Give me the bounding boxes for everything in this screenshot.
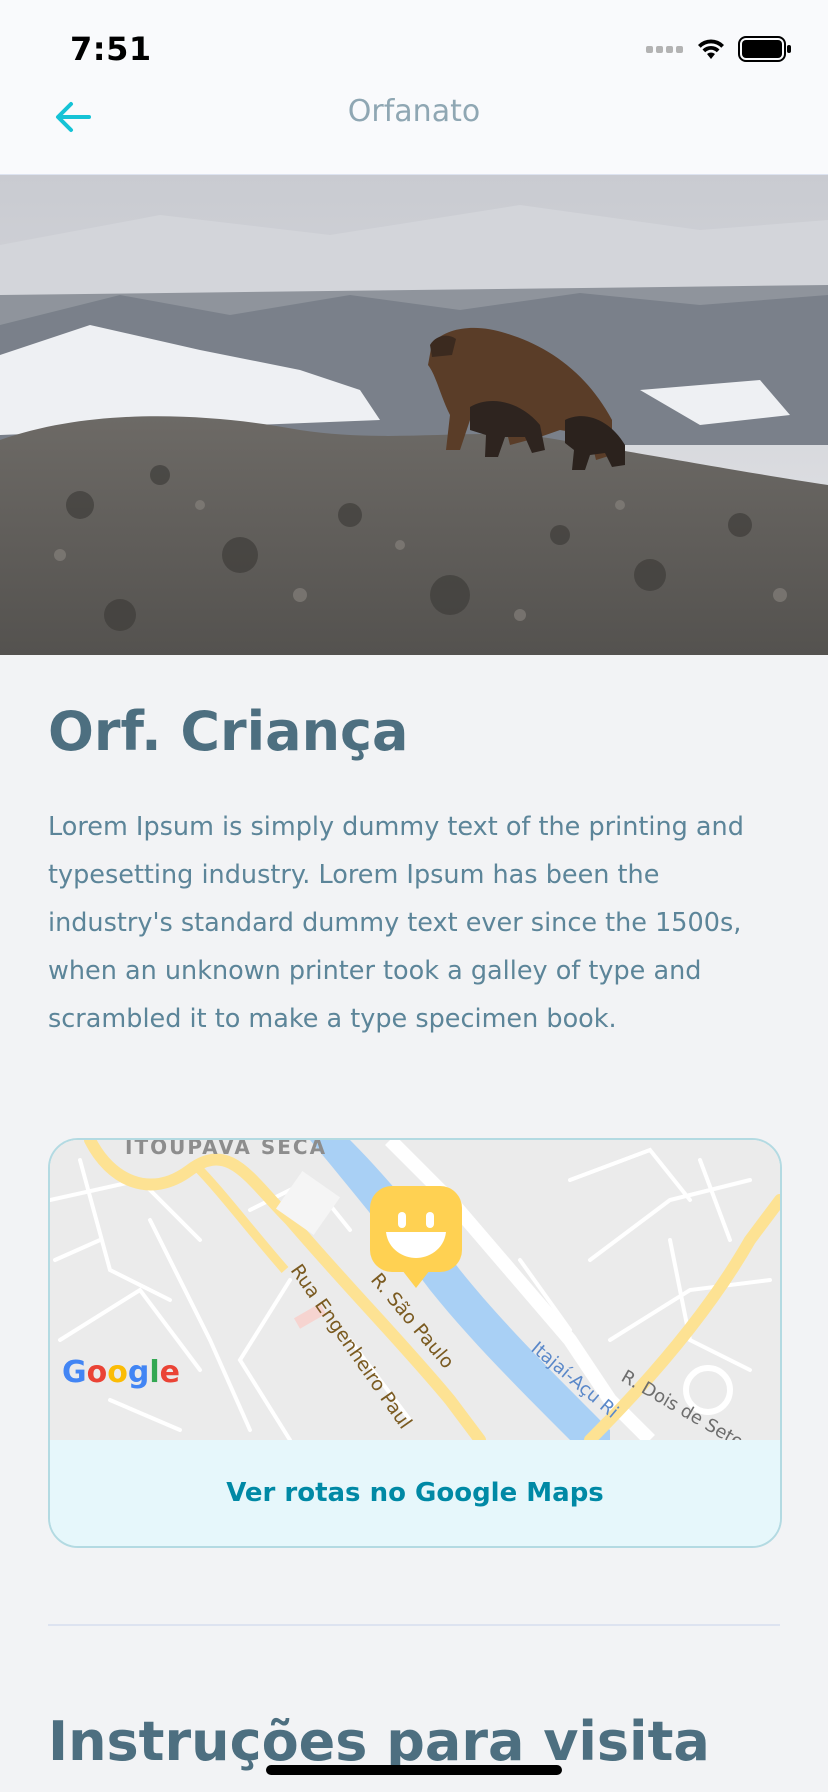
app-header: Orfanato xyxy=(0,76,828,176)
wifi-icon xyxy=(698,39,724,59)
battery-icon xyxy=(738,36,791,62)
google-logo: Google xyxy=(62,1355,180,1390)
status-time: 7:51 xyxy=(70,30,152,68)
section-divider xyxy=(48,1624,780,1626)
map-label-district: ITOUPAVA SECA xyxy=(125,1140,327,1159)
home-indicator[interactable] xyxy=(266,1765,562,1775)
signal-icon xyxy=(646,46,683,53)
orphanage-photo[interactable] xyxy=(0,175,828,655)
map-view[interactable]: ITOUPAVA SECA R. São Paulo Rua Engenheir… xyxy=(50,1140,780,1440)
orphanage-details: Orf. Criança Lorem Ipsum is simply dummy… xyxy=(48,700,780,1068)
page-title: Orfanato xyxy=(347,94,481,129)
orphanage-name: Orf. Criança xyxy=(48,700,409,763)
map-card: ITOUPAVA SECA R. São Paulo Rua Engenheir… xyxy=(48,1138,782,1548)
status-icons xyxy=(646,36,792,62)
instructions-title: Instruções para visita xyxy=(48,1710,710,1773)
orphanage-description: Lorem Ipsum is simply dummy text of the … xyxy=(48,811,744,1034)
google-maps-route-link[interactable]: Ver rotas no Google Maps xyxy=(50,1440,780,1546)
